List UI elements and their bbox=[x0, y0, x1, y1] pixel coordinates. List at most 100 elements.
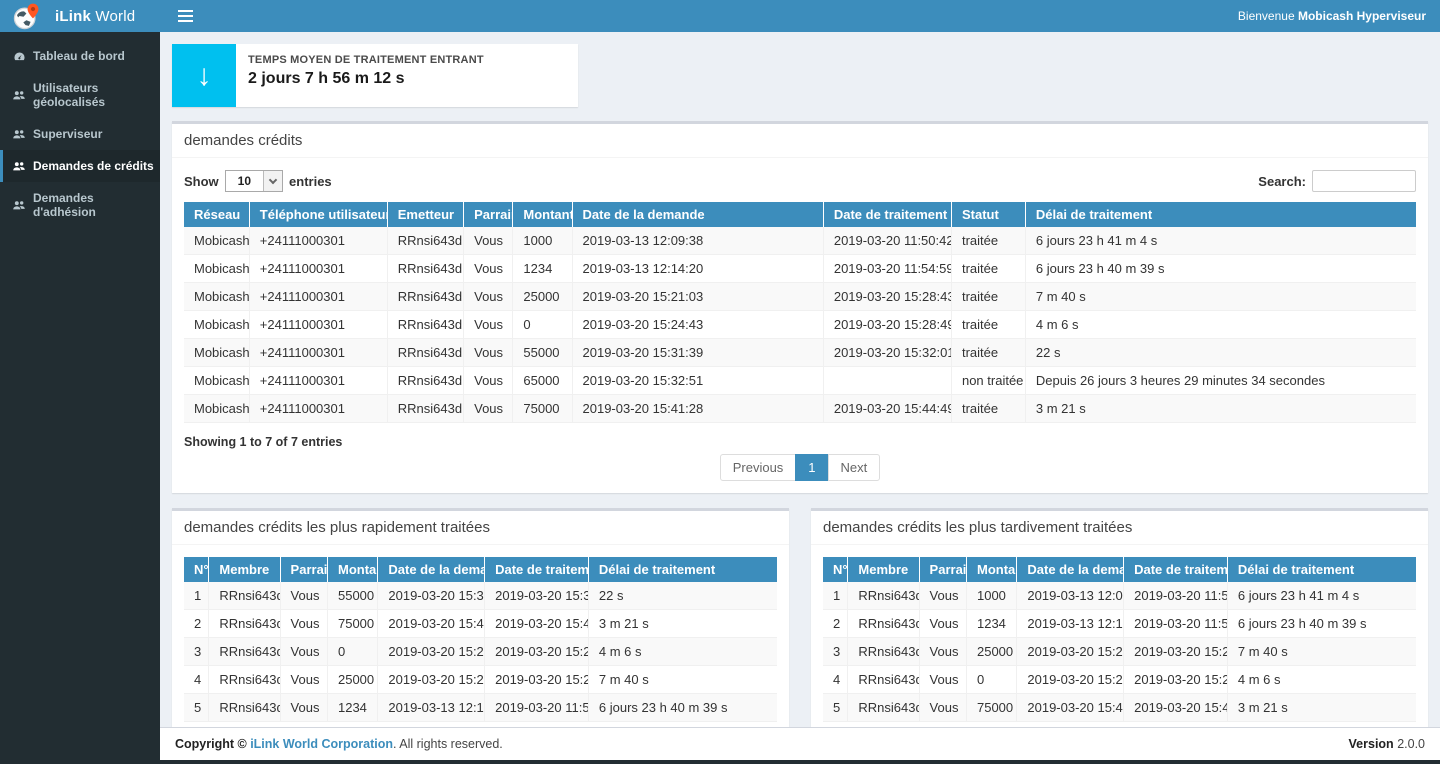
table-cell: 1000 bbox=[966, 582, 1016, 610]
table-cell: RRnsi643dP bbox=[848, 638, 919, 666]
table-cell: 2019-03-20 15:28:49 bbox=[1124, 666, 1228, 694]
search-input[interactable] bbox=[1312, 170, 1416, 192]
table-cell: +24111000301 bbox=[249, 311, 387, 339]
sidebar-toggle-hamburger-icon[interactable] bbox=[170, 4, 201, 28]
table-cell: Mobicash bbox=[184, 339, 249, 367]
table-cell: 2019-03-13 12:14:20 bbox=[378, 694, 485, 722]
column-header[interactable]: Date de traitement bbox=[823, 202, 951, 227]
table-cell: RRnsi643dP bbox=[387, 255, 463, 283]
table-row: Mobicash+24111000301RRnsi643dPVous650002… bbox=[184, 367, 1416, 395]
pagination-previous-button[interactable]: Previous bbox=[720, 454, 797, 481]
sidebar-item-demandes-de-cr-dits[interactable]: Demandes de crédits bbox=[0, 150, 160, 182]
table-cell: 2019-03-20 15:24:43 bbox=[1017, 666, 1124, 694]
table-cell: 22 s bbox=[588, 582, 777, 610]
table-cell: 3 m 21 s bbox=[588, 610, 777, 638]
version-label: Version bbox=[1349, 737, 1394, 751]
table-cell: Vous bbox=[464, 255, 513, 283]
table-cell: Vous bbox=[919, 638, 966, 666]
table-cell: RRnsi643dP bbox=[387, 339, 463, 367]
navbar: Bienvenue Mobicash Hyperviseur bbox=[160, 0, 1440, 32]
table-cell: 55000 bbox=[513, 339, 572, 367]
panel-title: demandes crédits les plus rapidement tra… bbox=[172, 511, 789, 545]
table-row: 5RRnsi643dPVous12342019-03-13 12:14:2020… bbox=[184, 694, 777, 722]
column-header[interactable]: Téléphone utilisateur bbox=[249, 202, 387, 227]
table-cell: 3 m 21 s bbox=[1227, 694, 1416, 722]
table-cell: 1 bbox=[184, 582, 209, 610]
column-header: Membre bbox=[209, 557, 280, 582]
brand-logo[interactable]: iLink World bbox=[0, 0, 160, 32]
sidebar-item-tableau-de-bord[interactable]: Tableau de bord bbox=[0, 40, 160, 72]
table-cell: 2019-03-20 15:28:49 bbox=[485, 638, 589, 666]
welcome-message: Bienvenue Mobicash Hyperviseur bbox=[1238, 9, 1426, 23]
column-header: Date de la demande bbox=[1017, 557, 1124, 582]
table-cell: 2 bbox=[184, 610, 209, 638]
table-cell: RRnsi643dP bbox=[387, 227, 463, 255]
table-cell: +24111000301 bbox=[249, 227, 387, 255]
table-cell: Mobicash bbox=[184, 395, 249, 423]
table-cell: Mobicash bbox=[184, 311, 249, 339]
sidebar-item-utilisateurs-g-olocalis-s[interactable]: Utilisateurs géolocalisés bbox=[0, 72, 160, 118]
demandes-credits-table: RéseauTéléphone utilisateurEmetteurParra… bbox=[184, 202, 1416, 423]
column-header: Montant bbox=[327, 557, 377, 582]
table-cell: non traitée bbox=[951, 367, 1025, 395]
chevron-down-icon bbox=[263, 171, 282, 191]
table-row: Mobicash+24111000301RRnsi643dPVous550002… bbox=[184, 339, 1416, 367]
table-row: Mobicash+24111000301RRnsi643dPVous100020… bbox=[184, 227, 1416, 255]
page-length-select[interactable]: 10 bbox=[225, 170, 283, 192]
column-header[interactable]: Montant bbox=[513, 202, 572, 227]
table-cell: 2019-03-20 15:31:39 bbox=[378, 582, 485, 610]
table-cell: Mobicash bbox=[184, 255, 249, 283]
column-header[interactable]: Date de la demande bbox=[572, 202, 823, 227]
column-header[interactable]: Parrain bbox=[464, 202, 513, 227]
table-cell: +24111000301 bbox=[249, 395, 387, 423]
table-cell: 2019-03-20 15:41:28 bbox=[1017, 694, 1124, 722]
table-cell: RRnsi643dP bbox=[209, 610, 280, 638]
table-cell: 6 jours 23 h 41 m 4 s bbox=[1227, 582, 1416, 610]
table-cell: Vous bbox=[464, 311, 513, 339]
column-header: N° bbox=[184, 557, 209, 582]
table-cell: traitée bbox=[951, 283, 1025, 311]
table-cell: 2019-03-20 15:21:03 bbox=[1017, 638, 1124, 666]
table-cell: 4 m 6 s bbox=[1025, 311, 1416, 339]
table-cell: 2019-03-20 15:44:49 bbox=[823, 395, 951, 423]
table-cell: Vous bbox=[280, 694, 327, 722]
table-cell: RRnsi643dP bbox=[209, 638, 280, 666]
table-cell: traitée bbox=[951, 339, 1025, 367]
sidebar-item-superviseur[interactable]: Superviseur bbox=[0, 118, 160, 150]
table-cell: 2019-03-20 11:54:59 bbox=[1124, 610, 1228, 638]
table-cell: Vous bbox=[919, 582, 966, 610]
copyright-label: Copyright © bbox=[175, 737, 250, 751]
table-cell: 2019-03-20 15:28:43 bbox=[823, 283, 951, 311]
column-header[interactable]: Délai de traitement bbox=[1025, 202, 1416, 227]
table-cell: 7 m 40 s bbox=[588, 666, 777, 694]
arrow-down-icon: ↓ bbox=[172, 44, 236, 107]
sidebar-item-demandes-d-adh-sion[interactable]: Demandes d'adhésion bbox=[0, 182, 160, 228]
table-row: 3RRnsi643dPVous02019-03-20 15:24:432019-… bbox=[184, 638, 777, 666]
column-header: Délai de traitement bbox=[588, 557, 777, 582]
pagination-page-1-button[interactable]: 1 bbox=[795, 454, 828, 481]
table-cell: 2019-03-20 15:21:03 bbox=[378, 666, 485, 694]
table-cell: 2019-03-13 12:14:20 bbox=[572, 255, 823, 283]
table-cell: 1000 bbox=[513, 227, 572, 255]
users-icon bbox=[12, 199, 26, 212]
column-header[interactable]: Emetteur bbox=[387, 202, 463, 227]
table-cell: Vous bbox=[464, 367, 513, 395]
stat-card-value: 2 jours 7 h 56 m 12 s bbox=[248, 70, 484, 88]
table-cell: RRnsi643dP bbox=[209, 694, 280, 722]
panel-tardivement-traitees: demandes crédits les plus tardivement tr… bbox=[811, 508, 1428, 727]
table-cell: 5 bbox=[184, 694, 209, 722]
table-cell: Vous bbox=[280, 666, 327, 694]
panel-rapidement-traitees: demandes crédits les plus rapidement tra… bbox=[172, 508, 789, 727]
table-cell: +24111000301 bbox=[249, 339, 387, 367]
table-cell: 2019-03-20 11:54:59 bbox=[485, 694, 589, 722]
pagination-next-button[interactable]: Next bbox=[828, 454, 881, 481]
stat-card-title: TEMPS MOYEN DE TRAITEMENT ENTRANT bbox=[248, 54, 484, 66]
table-cell: 2019-03-20 15:21:03 bbox=[572, 283, 823, 311]
users-icon bbox=[12, 160, 26, 173]
company-link[interactable]: iLink World Corporation bbox=[250, 737, 393, 751]
sidebar-item-label: Demandes de crédits bbox=[33, 159, 154, 173]
panel-title: demandes crédits bbox=[172, 124, 1428, 158]
column-header[interactable]: Réseau bbox=[184, 202, 249, 227]
table-cell: 6 jours 23 h 40 m 39 s bbox=[588, 694, 777, 722]
column-header[interactable]: Statut bbox=[951, 202, 1025, 227]
